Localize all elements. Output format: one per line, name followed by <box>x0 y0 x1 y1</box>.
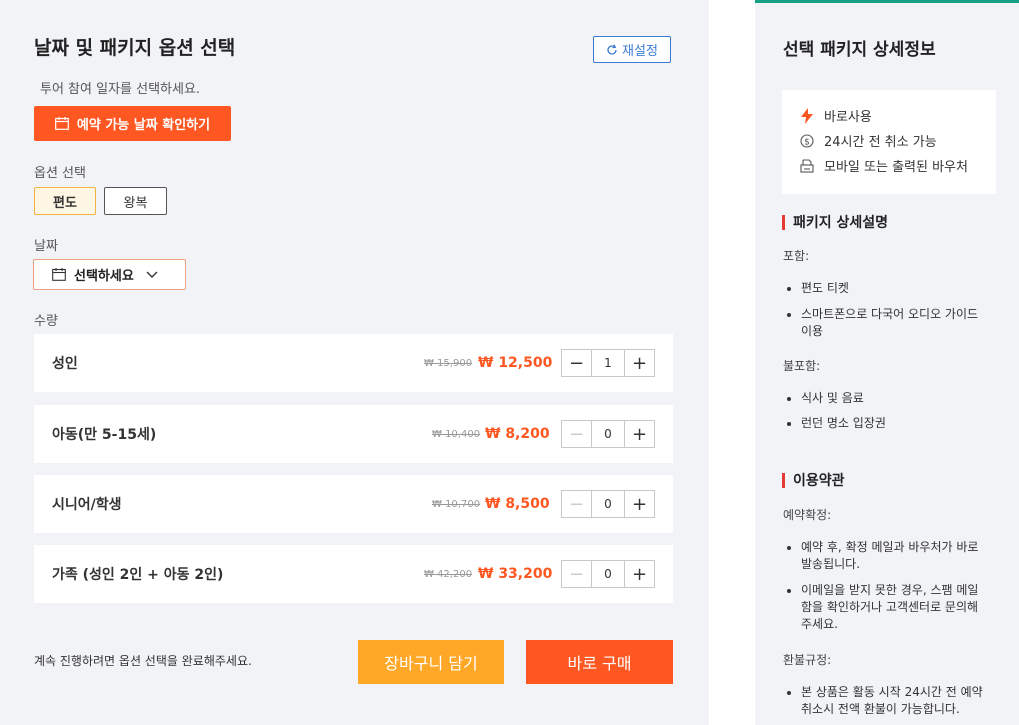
refund-label: 환불규정: <box>783 653 832 667</box>
date-hint: 투어 참여 일자를 선택하세요. <box>40 82 201 97</box>
feature-label: 24시간 전 취소 가능 <box>824 135 937 150</box>
quantity-stepper: − 0 + <box>561 420 655 448</box>
printer-icon <box>800 158 814 173</box>
reset-label: 재설정 <box>622 44 658 59</box>
package-detail-panel: 선택 패키지 상세정보 바로사용 $ 24시간 전 취소 가능 모바일 또는 출… <box>755 0 1019 725</box>
list-item: 예약 후, 확정 메일과 바우처가 바로 발송됩니다. <box>787 539 987 573</box>
heading-marker <box>782 214 785 230</box>
quantity-row-senior-student: 시니어/학생 ₩ 10,700 ₩ 8,500 − 0 + <box>34 475 673 533</box>
lightning-icon <box>801 107 813 124</box>
quantity-row-adult: 성인 ₩ 15,900 ₩ 12,500 − 1 + <box>34 334 673 392</box>
option-one-way[interactable]: 편도 <box>34 187 96 215</box>
quantity-value[interactable]: 0 <box>592 561 624 587</box>
feature-box: 바로사용 $ 24시간 전 취소 가능 모바일 또는 출력된 바우처 <box>782 90 996 194</box>
svg-text:$: $ <box>804 137 810 147</box>
feature-item: 바로사용 <box>800 106 872 125</box>
quantity-value[interactable]: 0 <box>592 421 624 447</box>
ticket-name: 시니어/학생 <box>52 497 122 513</box>
ticket-name: 아동(만 5-15세) <box>52 427 157 443</box>
feature-item: $ 24시간 전 취소 가능 <box>800 131 937 150</box>
heading-text: 이용약관 <box>793 473 845 489</box>
decrease-button[interactable]: − <box>562 421 592 447</box>
list-item: 식사 및 음료 <box>787 390 987 407</box>
panel-accent-bar <box>755 0 1019 3</box>
confirmation-label: 예약확정: <box>783 508 832 522</box>
panel-title: 날짜 및 패키지 옵션 선택 <box>34 37 236 59</box>
package-description-heading: 패키지 상세설명 <box>782 212 888 232</box>
feature-item: 모바일 또는 출력된 바우처 <box>800 156 968 175</box>
original-price: ₩ 42,200 <box>424 569 473 580</box>
check-available-dates-button[interactable]: 예약 가능 날짜 확인하기 <box>34 106 231 141</box>
calendar-icon <box>55 117 69 130</box>
completion-message: 계속 진행하려면 옵션 선택을 완료해주세요. <box>34 654 252 668</box>
original-price: ₩ 10,400 <box>432 429 481 440</box>
calendar-icon <box>52 268 66 281</box>
check-dates-label: 예약 가능 날짜 확인하기 <box>76 118 211 133</box>
list-item: 본 상품은 활동 시작 24시간 전 예약 취소시 전액 환불이 가능합니다. <box>787 684 987 718</box>
increase-button[interactable]: + <box>624 561 654 587</box>
increase-button[interactable]: + <box>624 421 654 447</box>
list-item: 편도 티켓 <box>787 280 987 297</box>
heading-marker <box>782 472 785 488</box>
terms-heading: 이용약관 <box>782 470 845 490</box>
quantity-row-family: 가족 (성인 2인 + 아동 2인) ₩ 42,200 ₩ 33,200 − 0… <box>34 545 673 603</box>
increase-button[interactable]: + <box>624 350 654 376</box>
date-select-value: 선택하세요 <box>74 269 134 284</box>
quantity-row-child: 아동(만 5-15세) ₩ 10,400 ₩ 8,200 − 0 + <box>34 405 673 463</box>
decrease-button[interactable]: − <box>562 350 592 376</box>
ticket-name: 성인 <box>52 356 78 372</box>
add-to-cart-button[interactable]: 장바구니 담기 <box>358 640 504 684</box>
panel-gap <box>709 0 755 725</box>
feature-label: 바로사용 <box>824 110 872 125</box>
quantity-value[interactable]: 1 <box>592 350 624 376</box>
original-price: ₩ 10,700 <box>432 499 481 510</box>
list-item: 이메일을 받지 못한 경우, 스팸 메일함을 확인하거나 고객센터로 문의해주세… <box>787 582 987 633</box>
refresh-icon <box>607 44 617 55</box>
package-detail-title: 선택 패키지 상세정보 <box>783 40 936 60</box>
quantity-value[interactable]: 0 <box>592 491 624 517</box>
excludes-label: 불포함: <box>783 359 821 373</box>
option-panel: 날짜 및 패키지 옵션 선택 재설정 투어 참여 일자를 선택하세요. 예약 가… <box>0 0 709 725</box>
list-item: 스마트폰으로 다국어 오디오 가이드 이용 <box>787 306 987 340</box>
decrease-button[interactable]: − <box>562 561 592 587</box>
option-round-trip[interactable]: 왕복 <box>104 187 167 215</box>
decrease-button[interactable]: − <box>562 491 592 517</box>
ticket-name: 가족 (성인 2인 + 아동 2인) <box>52 567 224 583</box>
options-label: 옵션 선택 <box>34 166 86 181</box>
quantity-label: 수량 <box>34 314 58 329</box>
feature-label: 모바일 또는 출력된 바우처 <box>824 160 968 175</box>
original-price: ₩ 15,900 <box>424 358 473 369</box>
refund-coin-icon: $ <box>800 133 814 148</box>
increase-button[interactable]: + <box>624 491 654 517</box>
quantity-stepper: − 0 + <box>561 490 655 518</box>
date-select[interactable]: 선택하세요 <box>33 259 186 290</box>
list-item: 런던 명소 입장권 <box>787 415 987 432</box>
buy-now-button[interactable]: 바로 구매 <box>526 640 673 684</box>
sale-price: ₩ 8,200 <box>485 426 550 442</box>
includes-label: 포함: <box>783 249 810 263</box>
sale-price: ₩ 12,500 <box>478 355 553 371</box>
reset-button[interactable]: 재설정 <box>593 36 671 63</box>
sale-price: ₩ 33,200 <box>478 566 553 582</box>
chevron-down-icon <box>146 271 158 278</box>
quantity-stepper: − 0 + <box>561 560 655 588</box>
sale-price: ₩ 8,500 <box>485 496 550 512</box>
heading-text: 패키지 상세설명 <box>793 215 889 231</box>
quantity-stepper: − 1 + <box>561 349 655 377</box>
date-label: 날짜 <box>34 239 58 254</box>
